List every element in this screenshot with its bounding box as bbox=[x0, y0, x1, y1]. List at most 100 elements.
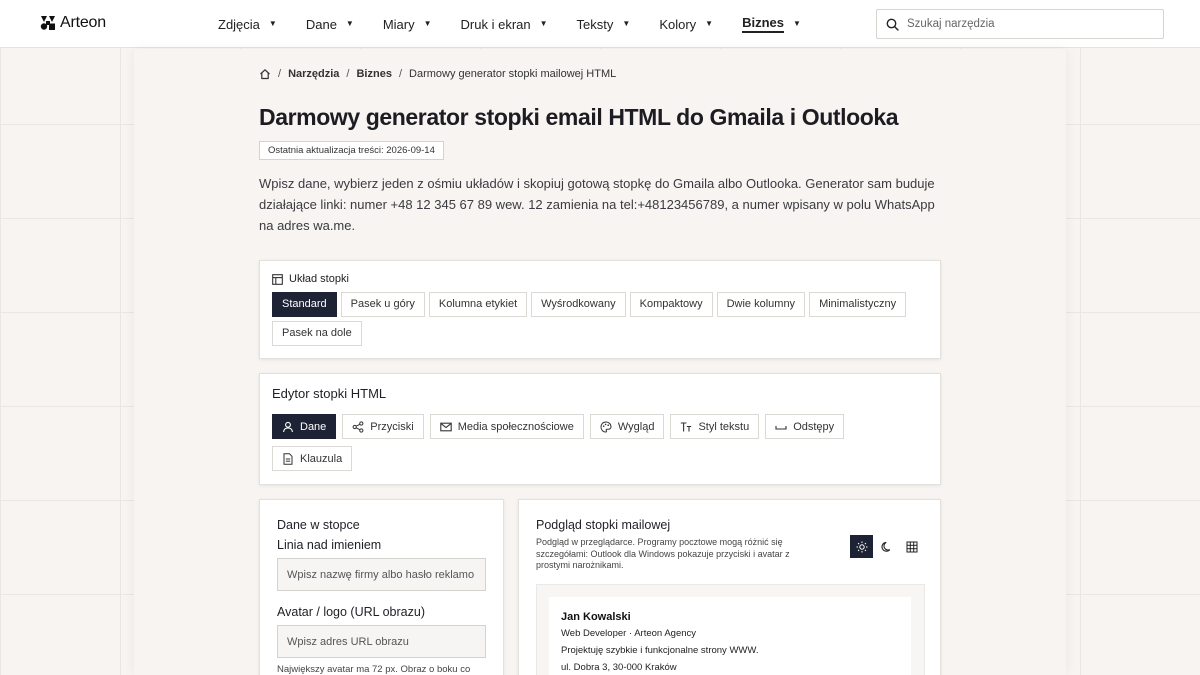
breadcrumb-item-biznes[interactable]: Biznes bbox=[356, 68, 391, 80]
breadcrumb-item-current: Darmowy generator stopki mailowej HTML bbox=[409, 68, 617, 80]
breadcrumb-separator: / bbox=[278, 68, 282, 80]
nav-label: Zdjęcia bbox=[218, 16, 260, 32]
user-icon bbox=[283, 421, 293, 432]
logo[interactable]: Arteon bbox=[40, 14, 106, 32]
breadcrumb-separator: / bbox=[398, 68, 403, 80]
share-icon bbox=[352, 420, 364, 433]
tab-label: Dane bbox=[300, 420, 327, 433]
tab-media-spolecznosciowe[interactable]: Media społecznościowe bbox=[429, 414, 584, 439]
layout-heading-label: Układ stopki bbox=[289, 273, 349, 285]
light-mode-button[interactable] bbox=[850, 535, 873, 558]
moon-icon bbox=[880, 541, 890, 552]
preview-card: Podgląd stopki mailowej Podgląd w przegl… bbox=[518, 499, 941, 675]
chevron-down-icon: ▼ bbox=[539, 18, 548, 28]
nav-item-dane[interactable]: Dane ▼ bbox=[306, 14, 354, 34]
editor-card: Edytor stopki HTML Dane Przyciski Media … bbox=[259, 373, 941, 485]
chevron-down-icon: ▼ bbox=[345, 18, 354, 28]
data-heading: Dane w stopce bbox=[277, 518, 360, 532]
tab-label: Odstępy bbox=[793, 420, 835, 433]
nav-item-teksty[interactable]: Teksty ▼ bbox=[577, 14, 631, 34]
tagline-input[interactable] bbox=[287, 568, 476, 581]
tab-label: Styl tekstu bbox=[698, 420, 750, 433]
layout-options: Standard Pasek u góry Kolumna etykiet Wy… bbox=[272, 292, 922, 346]
breadcrumb-item-narzedzia[interactable]: Narzędzia bbox=[288, 68, 339, 80]
preview-description: Podgląd w przeglądarce. Programy pocztow… bbox=[536, 537, 790, 570]
avatar-url-input[interactable] bbox=[287, 635, 476, 648]
layout-option-minimalistyczny[interactable]: Minimalistyczny bbox=[809, 292, 907, 317]
tab-label: Klauzula bbox=[300, 452, 343, 465]
document-icon bbox=[283, 452, 293, 465]
tab-odstepy[interactable]: Odstępy bbox=[765, 414, 845, 439]
text-size-icon bbox=[681, 421, 692, 431]
tab-klauzula[interactable]: Klauzula bbox=[272, 446, 353, 471]
grid-icon bbox=[906, 541, 917, 552]
dark-mode-button[interactable] bbox=[875, 535, 898, 558]
layout-option-kompaktowy[interactable]: Kompaktowy bbox=[629, 292, 713, 317]
layout-option-dwie-kolumny[interactable]: Dwie kolumny bbox=[716, 292, 806, 317]
layout-option-standard[interactable]: Standard bbox=[272, 292, 337, 317]
nav-item-miary[interactable]: Miary ▼ bbox=[383, 14, 432, 34]
chevron-down-icon: ▼ bbox=[622, 18, 631, 28]
nav-label: Druk i ekran bbox=[460, 16, 531, 32]
signature-name: Jan Kowalski bbox=[561, 611, 631, 623]
signature-role: Web Developer · Arteon Agency bbox=[561, 628, 697, 639]
breadcrumb: / Narzędzia / Biznes / Darmowy generator… bbox=[259, 68, 616, 80]
layout-card: Układ stopki Standard Pasek u góry Kolum… bbox=[259, 260, 941, 359]
avatar-url-field[interactable] bbox=[277, 625, 486, 658]
tab-label: Przyciski bbox=[370, 420, 414, 433]
nav-label: Teksty bbox=[576, 16, 614, 32]
chevron-down-icon: ▼ bbox=[268, 18, 277, 28]
tab-przyciski[interactable]: Przyciski bbox=[342, 414, 424, 439]
avatar-hint: Największy avatar ma 72 px. Obraz o boku… bbox=[277, 664, 471, 675]
layout-option-pasek-u-gory[interactable]: Pasek u góry bbox=[340, 292, 425, 317]
nav-label: Kolory bbox=[659, 16, 697, 32]
field-label-tagline: Linia nad imieniem bbox=[277, 538, 382, 552]
nav-item-druk-i-ekran[interactable]: Druk i ekran ▼ bbox=[461, 14, 548, 34]
nav-label: Biznes bbox=[742, 15, 784, 33]
tab-dane[interactable]: Dane bbox=[272, 414, 337, 439]
nav-label: Dane bbox=[305, 16, 337, 32]
breadcrumb-separator: / bbox=[346, 68, 350, 80]
tab-label: Wygląd bbox=[617, 420, 655, 433]
last-updated-badge: Ostatnia aktualizacja treści: 2026-09-14 bbox=[259, 141, 444, 160]
signature-preview: Jan Kowalski Web Developer · Arteon Agen… bbox=[549, 597, 911, 675]
logo-text: Arteon bbox=[60, 14, 106, 31]
signature-tagline: Projektuję szybkie i funkcjonalne strony… bbox=[561, 645, 759, 656]
layout-icon bbox=[272, 273, 283, 285]
chevron-down-icon: ▼ bbox=[705, 18, 714, 28]
arteon-logo-icon bbox=[40, 16, 55, 30]
signature-address: ul. Dobra 3, 30-000 Kraków bbox=[561, 662, 677, 673]
tab-wyglad[interactable]: Wygląd bbox=[589, 414, 665, 439]
nav-label: Miary bbox=[382, 16, 415, 32]
field-label-avatar: Avatar / logo (URL obrazu) bbox=[277, 605, 425, 619]
intro-text: Wpisz dane, wybierz jeden z ośmiu układó… bbox=[259, 176, 935, 233]
nav-item-zdjecia[interactable]: Zdjęcia ▼ bbox=[218, 14, 277, 34]
nav-item-kolory[interactable]: Kolory ▼ bbox=[659, 14, 713, 34]
spacing-icon bbox=[775, 425, 787, 430]
tab-label: Media społecznościowe bbox=[457, 420, 574, 433]
layout-option-kolumna-etykiet[interactable]: Kolumna etykiet bbox=[428, 292, 528, 317]
palette-icon bbox=[600, 420, 612, 433]
chevron-down-icon: ▼ bbox=[423, 18, 432, 28]
main-panel: / Narzędzia / Biznes / Darmowy generator… bbox=[134, 49, 1066, 675]
search-box[interactable] bbox=[876, 9, 1164, 39]
mail-icon bbox=[439, 422, 452, 431]
layout-heading: Układ stopki bbox=[272, 273, 928, 285]
chevron-down-icon: ▼ bbox=[793, 18, 801, 28]
nav-item-biznes[interactable]: Biznes ▼ bbox=[742, 14, 801, 34]
layout-option-wysrodkowany[interactable]: Wyśrodkowany bbox=[531, 292, 626, 317]
layout-option-pasek-na-dole[interactable]: Pasek na dole bbox=[272, 321, 362, 346]
page-title: Darmowy generator stopki email HTML do G… bbox=[259, 104, 899, 130]
editor-heading: Edytor stopki HTML bbox=[272, 386, 387, 401]
signature-preview-area: Jan Kowalski Web Developer · Arteon Agen… bbox=[536, 584, 925, 675]
home-icon[interactable] bbox=[259, 68, 271, 80]
search-icon bbox=[886, 18, 899, 31]
preview-heading: Podgląd stopki mailowej bbox=[536, 518, 671, 532]
sun-icon bbox=[856, 541, 867, 552]
grid-view-button[interactable] bbox=[900, 535, 923, 558]
preview-mode-toggle bbox=[850, 535, 923, 558]
tab-styl-tekstu[interactable]: Styl tekstu bbox=[670, 414, 760, 439]
search-input[interactable] bbox=[907, 18, 1147, 30]
editor-tabs: Dane Przyciski Media społecznościowe Wyg… bbox=[272, 414, 922, 471]
tagline-field[interactable] bbox=[277, 558, 486, 591]
